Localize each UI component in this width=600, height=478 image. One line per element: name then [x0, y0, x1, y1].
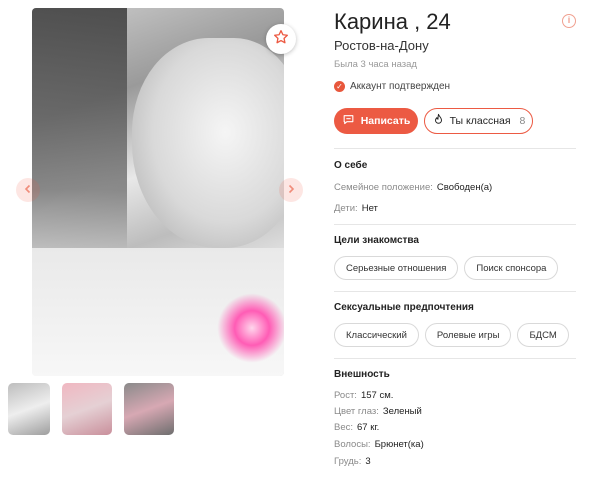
- preferences-chip-list: Классический Ролевые игры БДСМ: [334, 323, 569, 347]
- eye-color-row: Цвет глаз: Зеленый: [334, 406, 422, 417]
- section-title-preferences: Сексуальные предпочтения: [334, 302, 474, 313]
- thumbnail[interactable]: [62, 383, 112, 435]
- photo-hair-shape: [32, 8, 127, 268]
- verified-label: Аккаунт подтвержден: [350, 81, 451, 92]
- preference-chip[interactable]: БДСМ: [517, 323, 569, 347]
- section-title-about: О себе: [334, 160, 368, 171]
- star-icon: [273, 29, 289, 50]
- kids-label: Дети:: [334, 203, 358, 214]
- eye-color-label: Цвет глаз:: [334, 406, 379, 417]
- favorite-button[interactable]: [266, 24, 296, 54]
- last-seen: Была 3 часа назад: [334, 59, 417, 70]
- goal-chip[interactable]: Серьезные отношения: [334, 256, 459, 280]
- photo-glow-shape: [217, 293, 284, 363]
- thumbnail[interactable]: [8, 383, 50, 435]
- thumbnail[interactable]: [124, 383, 174, 435]
- flame-icon: [432, 113, 445, 129]
- prev-photo-button[interactable]: [16, 178, 40, 202]
- section-title-goals: Цели знакомства: [334, 235, 419, 246]
- like-count: 8: [519, 115, 526, 127]
- chevron-left-icon: [23, 181, 33, 199]
- goals-chip-list: Серьезные отношения Поиск спонсора: [334, 256, 559, 280]
- write-message-label: Написать: [360, 115, 411, 127]
- breast-row: Грудь: 3: [334, 456, 371, 467]
- divider: [334, 224, 576, 225]
- preference-chip[interactable]: Ролевые игры: [424, 323, 512, 347]
- preference-chip[interactable]: Классический: [334, 323, 419, 347]
- height-label: Рост:: [334, 390, 357, 401]
- like-button[interactable]: Ты классная 8: [424, 108, 533, 134]
- check-icon: ✓: [334, 81, 345, 92]
- weight-label: Вес:: [334, 422, 354, 433]
- chat-icon: [342, 113, 355, 129]
- hair-row: Волосы: Брюнет(ка): [334, 439, 424, 450]
- main-photo[interactable]: [32, 8, 284, 376]
- section-title-appearance: Внешность: [334, 369, 390, 380]
- hair-label: Волосы:: [334, 439, 371, 450]
- profile-city: Ростов-на-Дону: [334, 38, 429, 53]
- height-row: Рост: 157 см.: [334, 390, 393, 401]
- kids-value: Нет: [361, 203, 378, 214]
- photo-gallery: [0, 0, 310, 478]
- height-value: 157 см.: [360, 390, 394, 401]
- like-label: Ты классная: [449, 115, 511, 127]
- breast-value: 3: [365, 456, 371, 467]
- verified-badge: ✓ Аккаунт подтвержден: [334, 81, 450, 92]
- marital-status-row: Семейное положение: Свободен(а): [334, 182, 492, 193]
- weight-row: Вес: 67 кг.: [334, 422, 379, 433]
- marital-status-label: Семейное положение:: [334, 182, 433, 193]
- info-icon[interactable]: i: [562, 14, 576, 28]
- weight-value: 67 кг.: [357, 422, 380, 433]
- write-message-button[interactable]: Написать: [334, 108, 418, 134]
- photo-face-shape: [132, 38, 284, 248]
- eye-color-value: Зеленый: [382, 406, 422, 417]
- breast-label: Грудь:: [334, 456, 362, 467]
- kids-row: Дети: Нет: [334, 203, 378, 214]
- divider: [334, 291, 576, 292]
- goal-chip[interactable]: Поиск спонсора: [464, 256, 559, 280]
- divider: [334, 358, 576, 359]
- hair-value: Брюнет(ка): [374, 439, 424, 450]
- divider: [334, 148, 576, 149]
- marital-status-value: Свободен(а): [436, 182, 493, 193]
- profile-name: Карина , 24: [334, 9, 451, 34]
- chevron-right-icon: [286, 181, 296, 199]
- thumbnail-strip: [8, 383, 174, 435]
- next-photo-button[interactable]: [279, 178, 303, 202]
